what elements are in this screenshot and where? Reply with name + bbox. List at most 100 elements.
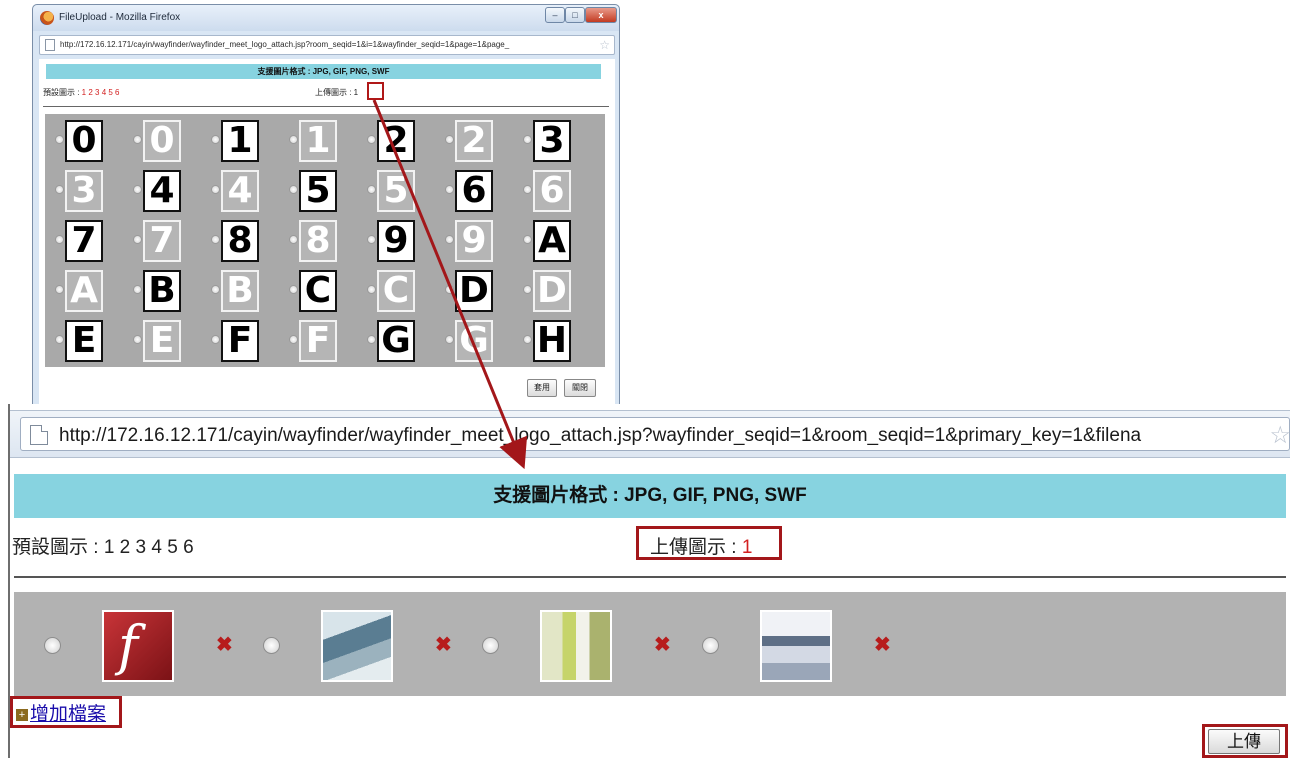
icon-tile[interactable]: E [65, 320, 103, 362]
icon-tile[interactable]: B [221, 270, 259, 312]
icon-option: 1 [283, 116, 363, 166]
close-window-button[interactable]: x [585, 7, 617, 23]
select-radio[interactable] [445, 285, 454, 294]
icon-tile[interactable]: 0 [65, 120, 103, 162]
icon-tile[interactable]: 4 [143, 170, 181, 212]
delete-icon[interactable]: ✖ [654, 635, 671, 655]
icon-tile[interactable]: 0 [143, 120, 181, 162]
maximize-button[interactable]: □ [565, 7, 585, 23]
select-radio[interactable] [133, 185, 142, 194]
select-radio[interactable] [523, 235, 532, 244]
select-radio[interactable] [55, 235, 64, 244]
photo-thumbnail[interactable] [760, 610, 832, 682]
icon-tile[interactable]: A [533, 220, 571, 262]
delete-icon[interactable]: ✖ [216, 635, 233, 655]
select-radio[interactable] [523, 285, 532, 294]
select-radio[interactable] [133, 335, 142, 344]
upload-button[interactable]: 上傳 [1208, 729, 1280, 754]
icon-tile[interactable]: 7 [65, 220, 103, 262]
photo-thumbnail[interactable] [321, 610, 393, 682]
select-radio[interactable] [211, 185, 220, 194]
icon-tile[interactable]: 4 [221, 170, 259, 212]
icon-tile[interactable]: G [377, 320, 415, 362]
icon-tile[interactable]: 3 [533, 120, 571, 162]
select-radio[interactable] [55, 285, 64, 294]
add-file-link[interactable]: + 增加檔案 [16, 699, 106, 726]
apply-button[interactable]: 套用 [527, 379, 557, 397]
icon-tile[interactable]: E [143, 320, 181, 362]
select-radio[interactable] [367, 135, 376, 144]
select-radio[interactable] [445, 335, 454, 344]
select-radio[interactable] [367, 335, 376, 344]
select-radio[interactable] [367, 235, 376, 244]
zoom-address-bar[interactable]: http://172.16.12.171/cayin/wayfinder/way… [20, 417, 1290, 451]
icon-tile[interactable]: F [221, 320, 259, 362]
icon-tile[interactable]: D [533, 270, 571, 312]
select-radio[interactable] [523, 135, 532, 144]
select-radio[interactable] [263, 637, 280, 654]
bookmark-star-icon[interactable]: ☆ [1269, 421, 1290, 450]
select-radio[interactable] [211, 285, 220, 294]
select-radio[interactable] [289, 335, 298, 344]
icon-tile[interactable]: C [377, 270, 415, 312]
select-radio[interactable] [55, 185, 64, 194]
icon-tile[interactable]: 9 [455, 220, 493, 262]
icon-tile[interactable]: H [533, 320, 571, 362]
select-radio[interactable] [289, 135, 298, 144]
select-radio[interactable] [55, 135, 64, 144]
select-radio[interactable] [289, 185, 298, 194]
delete-icon[interactable]: ✖ [435, 635, 452, 655]
select-radio[interactable] [211, 335, 220, 344]
icon-tile[interactable]: 9 [377, 220, 415, 262]
select-radio[interactable] [289, 235, 298, 244]
divider [14, 576, 1286, 578]
address-bar[interactable]: http://172.16.12.171/cayin/wayfinder/way… [39, 35, 615, 55]
delete-icon[interactable]: ✖ [874, 635, 891, 655]
select-radio[interactable] [367, 285, 376, 294]
icon-tile[interactable]: F [299, 320, 337, 362]
icon-tile[interactable]: C [299, 270, 337, 312]
icon-tile[interactable]: 1 [299, 120, 337, 162]
icon-tile[interactable]: 3 [65, 170, 103, 212]
icon-tile[interactable]: 6 [533, 170, 571, 212]
bookmark-star-icon[interactable]: ☆ [599, 38, 610, 52]
select-radio[interactable] [367, 185, 376, 194]
photo-thumbnail[interactable] [540, 610, 612, 682]
icon-tile[interactable]: 6 [455, 170, 493, 212]
uploaded-icons-value[interactable]: 1 [354, 88, 358, 97]
fileupload-popup-window: FileUpload - Mozilla Firefox – □ x http:… [32, 4, 620, 408]
preset-icons-label: 預設圖示 : [43, 88, 82, 97]
select-radio[interactable] [523, 185, 532, 194]
icon-tile[interactable]: D [455, 270, 493, 312]
icon-tile[interactable]: 7 [143, 220, 181, 262]
select-radio[interactable] [445, 135, 454, 144]
flash-logo-thumbnail[interactable]: f [102, 610, 174, 682]
select-radio[interactable] [55, 335, 64, 344]
icon-tile[interactable]: 1 [221, 120, 259, 162]
icon-tile[interactable]: 2 [377, 120, 415, 162]
preset-icons-numbers[interactable]: 1 2 3 4 5 6 [82, 88, 120, 97]
select-radio[interactable] [702, 637, 719, 654]
select-radio[interactable] [289, 285, 298, 294]
icon-tile[interactable]: 5 [299, 170, 337, 212]
select-radio[interactable] [133, 285, 142, 294]
icon-tile[interactable]: 2 [455, 120, 493, 162]
icon-tile[interactable]: 5 [377, 170, 415, 212]
select-radio[interactable] [523, 335, 532, 344]
icon-tile[interactable]: G [455, 320, 493, 362]
minimize-button[interactable]: – [545, 7, 565, 23]
icon-tile[interactable]: 8 [299, 220, 337, 262]
select-radio[interactable] [211, 135, 220, 144]
icon-tile[interactable]: A [65, 270, 103, 312]
select-radio[interactable] [445, 185, 454, 194]
icon-tile[interactable]: 8 [221, 220, 259, 262]
icon-tile[interactable]: B [143, 270, 181, 312]
select-radio[interactable] [211, 235, 220, 244]
select-radio[interactable] [482, 637, 499, 654]
select-radio[interactable] [133, 235, 142, 244]
uploaded-icons-value[interactable]: 1 [742, 537, 753, 558]
select-radio[interactable] [445, 235, 454, 244]
close-button[interactable]: 關閉 [564, 379, 596, 397]
select-radio[interactable] [133, 135, 142, 144]
select-radio[interactable] [44, 637, 61, 654]
